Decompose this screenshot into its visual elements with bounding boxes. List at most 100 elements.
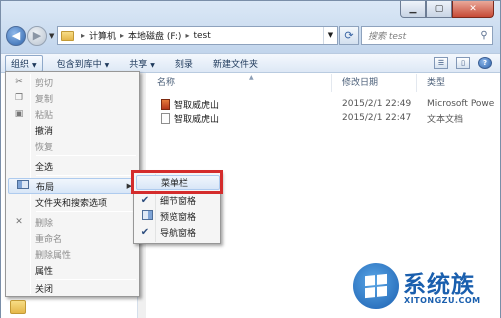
menu-item-paste[interactable]: ▣ 粘贴 — [8, 106, 137, 122]
arrow-right-icon: ▶ — [32, 29, 42, 42]
address-bar[interactable]: ▸ 计算机 ▸ 本地磁盘 (F:) ▸ test ▼ — [57, 26, 338, 45]
column-name[interactable]: 名称 — [147, 74, 332, 92]
submenu-item-details-pane[interactable]: ✔ 细节窗格 — [136, 193, 220, 208]
scissors-icon: ✂ — [15, 77, 23, 87]
watermark-text: 系统族 — [403, 272, 475, 298]
column-header: 名称 修改日期 类型 — [147, 74, 500, 92]
copy-icon: ❐ — [14, 93, 24, 103]
file-row[interactable]: 智取威虎山 2015/2/1 22:49 Microsoft Powe — [161, 97, 500, 111]
file-name-cell: 智取威虎山 — [161, 112, 342, 125]
menu-item-label: 全选 — [35, 162, 54, 173]
address-end: ▼ — [323, 27, 337, 44]
submenu-item-navigation-pane[interactable]: ✔ 导航窗格 — [136, 225, 220, 240]
organize-menu: ✂ 剪切 ❐ 复制 ▣ 粘贴 撤消 恢复 全选 布局 ▶ 文件夹和搜索选项 ✕ … — [5, 71, 140, 297]
view-options-icon[interactable]: ☰ — [434, 57, 448, 69]
breadcrumb-drive[interactable]: 本地磁盘 (F:) — [128, 29, 181, 42]
menu-item-label: 属性 — [35, 266, 54, 277]
submenu-item-label: 导航窗格 — [160, 229, 197, 239]
burn-label: 刻录 — [174, 59, 193, 70]
window-controls: ▁ ▢ ✕ — [400, 1, 494, 18]
menu-item-redo[interactable]: 恢复 — [8, 138, 137, 154]
menu-item-label: 剪切 — [35, 78, 54, 89]
breadcrumb-computer[interactable]: 计算机 — [89, 29, 116, 42]
chevron-right-icon[interactable]: ▸ — [185, 31, 189, 40]
submenu-item-preview-pane[interactable]: 预览窗格 — [136, 209, 220, 224]
submenu-item-label: 细节窗格 — [160, 197, 197, 207]
menu-item-delete[interactable]: ✕ 删除 — [8, 214, 137, 230]
organize-button[interactable]: 组织 ▼ — [5, 54, 43, 72]
share-label: 共享 — [129, 59, 148, 70]
menu-item-label: 布局 — [36, 182, 55, 193]
folder-icon — [61, 30, 74, 41]
chevron-down-icon: ▼ — [32, 61, 37, 69]
menu-item-remove-properties[interactable]: 删除属性 — [8, 246, 137, 262]
search-input[interactable]: 搜索 test — [368, 29, 476, 42]
menu-item-label: 文件夹和搜索选项 — [35, 198, 108, 209]
menu-separator — [36, 175, 136, 176]
back-button[interactable]: ◀ — [6, 26, 26, 46]
organize-label: 组织 — [11, 59, 30, 70]
menu-item-label: 关闭 — [35, 284, 54, 295]
file-row[interactable]: 智取威虎山 2015/2/1 22:47 文本文档 — [161, 111, 500, 125]
menu-item-label: 粘贴 — [35, 110, 54, 121]
menu-item-folder-options[interactable]: 文件夹和搜索选项 — [8, 194, 137, 210]
file-modified: 2015/2/1 22:49 — [342, 99, 412, 109]
menu-item-label: 撤消 — [35, 126, 54, 137]
close-button[interactable]: ✕ — [452, 1, 494, 18]
sort-arrow-icon: ▲ — [249, 74, 254, 81]
chevron-down-icon: ▼ — [104, 61, 110, 69]
new-folder-label: 新建文件夹 — [212, 59, 258, 70]
menu-item-label: 重命名 — [35, 234, 63, 245]
windows-logo-icon — [353, 263, 399, 309]
highlight-annotation — [131, 170, 223, 194]
submenu-item-label: 预览窗格 — [160, 213, 197, 223]
chevron-right-icon[interactable]: ▸ — [81, 31, 85, 40]
arrow-left-icon: ◀ — [11, 29, 21, 42]
preview-pane-icon[interactable]: ▯ — [456, 57, 470, 69]
new-folder-button[interactable]: 新建文件夹 — [213, 57, 258, 70]
command-bar: 组织 ▼ 包含到库中 ▼ 共享 ▼ 刻录 新建文件夹 ☰ ▯ ? — [1, 53, 500, 73]
delete-icon: ✕ — [15, 217, 23, 227]
menu-item-label: 恢复 — [35, 142, 54, 153]
watermark-logo: 系统族 XITONGZU.COM — [351, 262, 501, 318]
checkmark-icon: ✔ — [140, 227, 150, 238]
forward-button[interactable]: ▶ — [27, 26, 47, 46]
column-type[interactable]: 类型 — [417, 74, 500, 92]
paste-icon: ▣ — [14, 109, 24, 119]
folder-icon — [10, 300, 26, 314]
share-button[interactable]: 共享 ▼ — [129, 57, 155, 70]
menu-item-cut[interactable]: ✂ 剪切 — [8, 74, 137, 90]
menu-item-undo[interactable]: 撤消 — [8, 122, 137, 138]
burn-button[interactable]: 刻录 — [175, 57, 193, 70]
include-in-library-button[interactable]: 包含到库中 ▼ — [57, 57, 110, 70]
menu-item-properties[interactable]: 属性 — [8, 262, 137, 278]
column-date-modified[interactable]: 修改日期 — [332, 74, 417, 92]
search-box[interactable]: 搜索 test ⚲ — [361, 26, 493, 45]
menu-separator — [36, 211, 136, 212]
menu-item-label: 复制 — [35, 94, 54, 105]
maximize-button[interactable]: ▢ — [426, 1, 452, 18]
breadcrumb-folder[interactable]: test — [193, 31, 210, 41]
toolbar-right: ☰ ▯ ? — [426, 57, 492, 69]
watermark-url: XITONGZU.COM — [404, 296, 481, 305]
menu-item-copy[interactable]: ❐ 复制 — [8, 90, 137, 106]
menu-item-select-all[interactable]: 全选 — [8, 158, 137, 174]
menu-item-layout[interactable]: 布局 ▶ — [8, 178, 137, 194]
minimize-button[interactable]: ▁ — [400, 1, 426, 18]
menu-item-label: 删除 — [35, 218, 54, 229]
refresh-button[interactable]: ⟳ — [339, 26, 359, 45]
recent-pages-dropdown[interactable]: ▼ — [49, 32, 54, 40]
file-name-cell: 智取威虎山 — [161, 98, 342, 111]
media-file-icon — [161, 98, 170, 110]
menu-separator — [36, 155, 136, 156]
search-icon[interactable]: ⚲ — [476, 30, 492, 41]
address-dropdown[interactable]: ▼ — [323, 27, 337, 44]
chevron-down-icon: ▼ — [327, 31, 334, 39]
chevron-right-icon[interactable]: ▸ — [120, 31, 124, 40]
help-icon[interactable]: ? — [478, 57, 492, 69]
menu-item-close[interactable]: 关闭 — [8, 280, 137, 296]
menu-item-label: 删除属性 — [35, 250, 72, 261]
menu-item-rename[interactable]: 重命名 — [8, 230, 137, 246]
file-type: 文本文档 — [427, 114, 464, 125]
include-in-library-label: 包含到库中 — [56, 59, 102, 70]
